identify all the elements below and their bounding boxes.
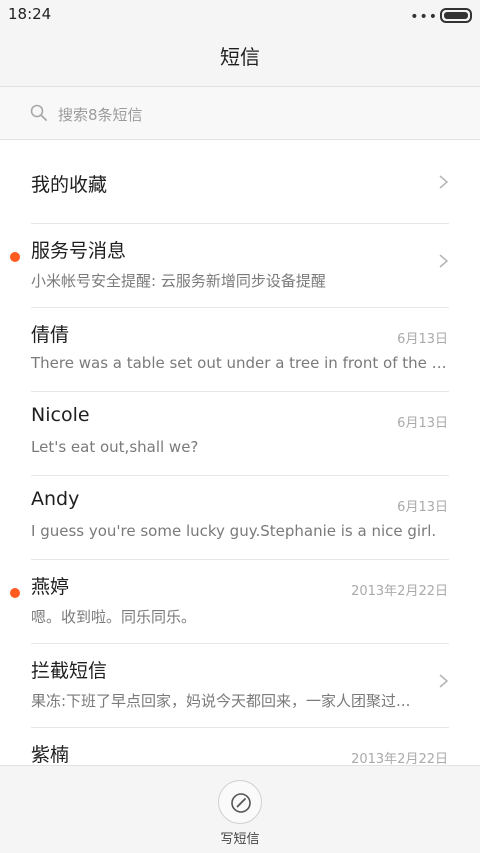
conversation-preview: 嗯。收到啦。同乐同乐。	[31, 608, 197, 626]
conversation-name: 倩倩	[31, 324, 70, 346]
conversation-date: 2013年2月22日	[351, 752, 448, 765]
compose-label: 写短信	[220, 832, 260, 847]
conversation-row-zinan[interactable]: 紫楠 2013年2月22日	[0, 728, 480, 765]
conversation-name: 服务号消息	[31, 240, 127, 262]
search-placeholder: 搜索8条短信	[58, 106, 143, 124]
conversation-name: 燕婷	[31, 576, 70, 598]
conversation-row-blocked[interactable]: 拦截短信 果冻:下班了早点回家，妈说今天都回来，一家人团聚过...	[0, 644, 480, 728]
conversation-row-favorites[interactable]: 我的收藏	[0, 140, 480, 224]
chevron-right-icon	[439, 254, 449, 268]
conversation-date: 6月13日	[397, 332, 448, 347]
page-title: 短信	[220, 45, 260, 69]
compose-icon	[231, 793, 251, 813]
conversation-name: 紫楠	[31, 744, 70, 765]
conversation-name: Andy	[31, 488, 80, 510]
conversation-name: 我的收藏	[31, 174, 108, 196]
conversation-preview: 小米帐号安全提醒: 云服务新增同步设备提醒	[31, 272, 326, 290]
chevron-right-icon	[439, 175, 449, 189]
conversation-row-andy[interactable]: Andy 6月13日 I guess you're some lucky guy…	[0, 476, 480, 560]
battery-icon	[440, 8, 472, 23]
status-more-icon: •••	[410, 9, 438, 25]
conversation-list[interactable]: 我的收藏 服务号消息 小米帐号安全提醒: 云服务新增同步设备提醒 倩倩 6月13…	[0, 140, 480, 765]
chevron-right-icon	[439, 674, 449, 688]
conversation-preview: 果冻:下班了早点回家，妈说今天都回来，一家人团聚过...	[31, 692, 411, 710]
conversation-preview: There was a table set out under a tree i…	[31, 354, 449, 372]
search-input[interactable]: 搜索8条短信	[0, 86, 480, 140]
conversation-date: 6月13日	[397, 500, 448, 515]
conversation-date: 2013年2月22日	[351, 584, 448, 599]
bottom-bar: 写短信	[0, 765, 480, 853]
unread-dot	[10, 588, 20, 598]
conversation-preview: Let's eat out,shall we?	[31, 438, 199, 456]
search-icon	[30, 104, 47, 121]
conversation-name: Nicole	[31, 404, 90, 426]
conversation-row-service[interactable]: 服务号消息 小米帐号安全提醒: 云服务新增同步设备提醒	[0, 224, 480, 308]
conversation-row-nicole[interactable]: Nicole 6月13日 Let's eat out,shall we?	[0, 392, 480, 476]
status-bar: 18:24 •••	[0, 0, 480, 28]
title-bar: 短信	[0, 28, 480, 86]
conversation-date: 6月13日	[397, 416, 448, 431]
conversation-name: 拦截短信	[31, 660, 108, 682]
conversation-preview: I guess you're some lucky guy.Stephanie …	[31, 522, 437, 540]
status-time: 18:24	[8, 5, 52, 23]
conversation-row-yanting[interactable]: 燕婷 2013年2月22日 嗯。收到啦。同乐同乐。	[0, 560, 480, 644]
conversation-row-qianqian[interactable]: 倩倩 6月13日 There was a table set out under…	[0, 308, 480, 392]
compose-button[interactable]	[218, 780, 262, 824]
unread-dot	[10, 252, 20, 262]
